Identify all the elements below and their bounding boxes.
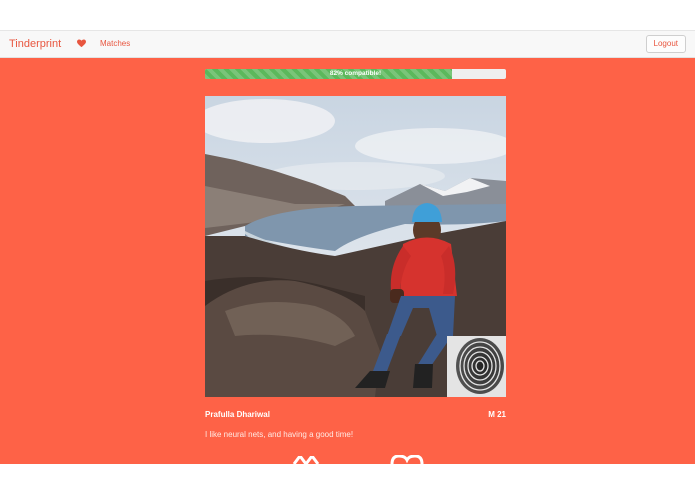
x-icon[interactable] xyxy=(292,456,320,464)
top-margin xyxy=(0,0,695,30)
brand-logo[interactable]: Tinderprint xyxy=(9,38,61,50)
navbar: Tinderprint Matches Logout xyxy=(0,30,695,58)
heart-icon[interactable] xyxy=(390,455,424,464)
profile-photo[interactable] xyxy=(205,96,506,397)
fingerprint-icon xyxy=(447,336,506,397)
bottom-margin xyxy=(0,464,695,494)
profile-bio: I like neural nets, and having a good ti… xyxy=(205,430,354,439)
compatibility-bar: 82% compatible! xyxy=(205,69,506,79)
logout-button[interactable]: Logout xyxy=(645,35,686,53)
main-panel: 82% compatible! Prafulla Dhariwal M 21 I… xyxy=(0,58,695,464)
matches-link[interactable]: Matches xyxy=(100,39,130,48)
profile-gender-age: M 21 xyxy=(488,410,506,419)
heart-icon[interactable] xyxy=(77,39,86,48)
compatibility-label: 82% compatible! xyxy=(329,70,382,77)
profile-name: Prafulla Dhariwal xyxy=(205,410,270,419)
